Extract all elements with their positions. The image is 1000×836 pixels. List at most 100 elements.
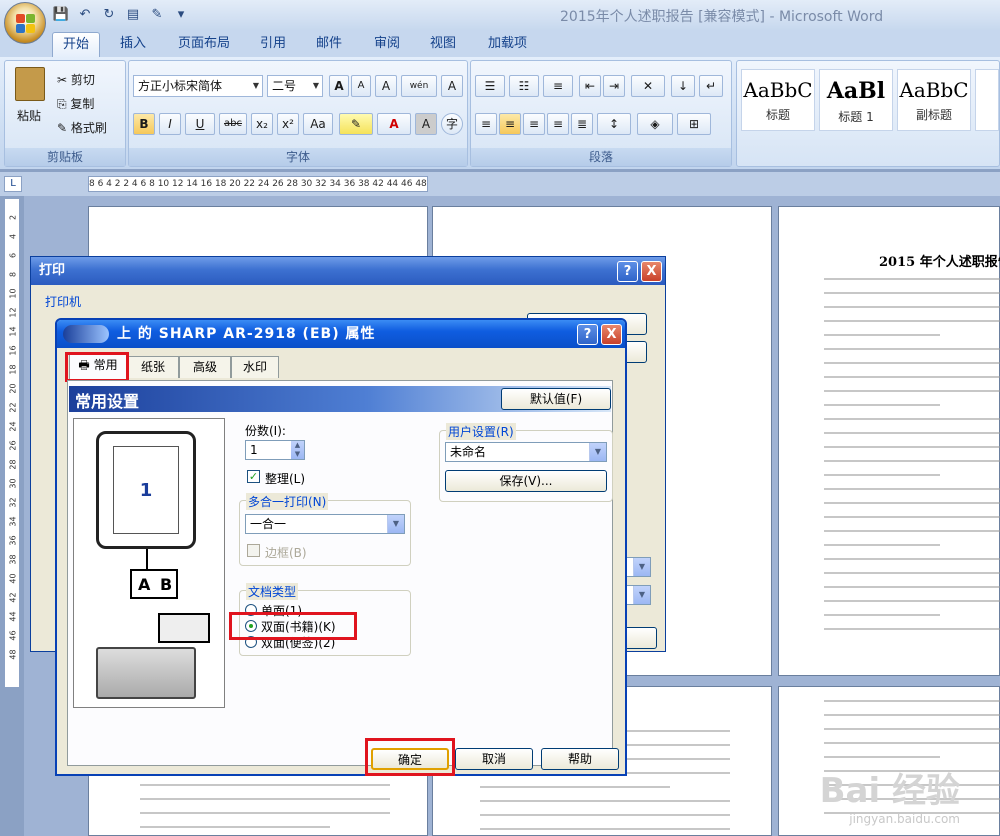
properties-help-button[interactable]: ? bbox=[577, 324, 598, 345]
redo-icon[interactable]: ↻ bbox=[100, 6, 118, 24]
copy-button[interactable]: ⎘ 复制 bbox=[57, 95, 94, 112]
text-line bbox=[824, 742, 1000, 744]
align-center-button[interactable]: ≡ bbox=[499, 113, 521, 135]
tab-home[interactable]: 开始 bbox=[52, 32, 101, 58]
justify-button[interactable]: ≡ bbox=[547, 113, 569, 135]
style-title[interactable]: AaBbC 标题 bbox=[741, 69, 815, 131]
clear-format-button[interactable]: A bbox=[375, 75, 397, 97]
increase-indent-icon: ⇥ bbox=[608, 79, 620, 93]
vruler-tick: 34 bbox=[8, 516, 18, 527]
vruler-tick: 8 bbox=[8, 271, 18, 278]
horizontal-ruler[interactable]: 8 6 4 2 2 4 6 8 10 12 14 16 18 20 22 24 … bbox=[88, 176, 428, 192]
highlight-general-tab bbox=[65, 352, 129, 382]
tab-references[interactable]: 引用 bbox=[250, 32, 296, 58]
scissors-icon: ✂ bbox=[57, 73, 71, 87]
copies-spinner[interactable]: ▲ ▼ bbox=[291, 441, 304, 459]
paste-label[interactable]: 粘贴 bbox=[17, 107, 41, 124]
copies-label: 份数(I): bbox=[245, 424, 286, 438]
underline-button[interactable]: U bbox=[185, 113, 215, 135]
tab-review[interactable]: 审阅 bbox=[364, 32, 410, 58]
print-close-button[interactable]: X bbox=[641, 261, 662, 282]
preview-connector bbox=[146, 549, 148, 569]
char-border-button[interactable]: A bbox=[441, 75, 463, 97]
distribute-button[interactable]: ≣ bbox=[571, 113, 593, 135]
tab-selector[interactable]: L bbox=[4, 176, 22, 192]
tab-watermark[interactable]: 水印 bbox=[231, 356, 279, 378]
increase-indent-button[interactable]: ⇥ bbox=[603, 75, 625, 97]
char-shading-button[interactable]: A bbox=[415, 113, 437, 135]
tab-page-layout[interactable]: 页面布局 bbox=[168, 32, 240, 58]
tab-insert[interactable]: 插入 bbox=[110, 32, 156, 58]
vertical-ruler[interactable]: 2 4 6 8 10 12 14 16 18 20 22 24 26 28 30 32 34 36 38 40 42 44… bbox=[4, 198, 20, 688]
vruler-tick: 22 bbox=[8, 402, 18, 413]
tab-addins[interactable]: 加载项 bbox=[478, 32, 537, 58]
properties-close-button[interactable]: X bbox=[601, 324, 622, 345]
collate-checkbox[interactable]: ✓ bbox=[247, 470, 260, 483]
nup-select[interactable]: 一合一 ▼ bbox=[245, 514, 405, 534]
bullets-button[interactable]: ☰ bbox=[475, 75, 505, 97]
print-help-button[interactable]: ? bbox=[617, 261, 638, 282]
subscript-button[interactable]: x₂ bbox=[251, 113, 273, 135]
office-button[interactable] bbox=[4, 2, 46, 44]
bold-button[interactable]: B bbox=[133, 113, 155, 135]
enclose-char-button[interactable]: 字 bbox=[441, 113, 463, 135]
print-preview-icon[interactable]: ▤ bbox=[124, 6, 142, 24]
format-painter-button[interactable]: ✎ 格式刷 bbox=[57, 119, 107, 136]
save-icon[interactable]: 💾 bbox=[52, 6, 70, 24]
multilevel-list-button[interactable]: ≡ bbox=[543, 75, 573, 97]
font-color-button[interactable]: A bbox=[377, 113, 411, 135]
tab-paper[interactable]: 纸张 bbox=[127, 356, 179, 378]
shading-button[interactable]: ◈ bbox=[637, 113, 673, 135]
customize-qat-icon[interactable]: ▾ bbox=[172, 6, 190, 24]
text-line bbox=[824, 700, 1000, 702]
superscript-button[interactable]: x² bbox=[277, 113, 299, 135]
numbering-icon: ☷ bbox=[518, 79, 530, 93]
defaults-button[interactable]: 默认值(F) bbox=[501, 388, 611, 410]
vruler-tick: 16 bbox=[8, 345, 18, 356]
paste-icon[interactable] bbox=[15, 67, 45, 101]
text-line bbox=[140, 784, 390, 786]
decrease-indent-button[interactable]: ⇤ bbox=[579, 75, 601, 97]
font-name-select[interactable]: 方正小标宋简体 bbox=[133, 75, 263, 97]
vruler-tick: 40 bbox=[8, 573, 18, 584]
dropdown-arrow-icon: ▼ bbox=[633, 586, 650, 604]
align-left-button[interactable]: ≡ bbox=[475, 113, 497, 135]
undo-icon[interactable]: ↶ bbox=[76, 6, 94, 24]
shrink-font-button[interactable]: A bbox=[351, 75, 371, 97]
italic-button[interactable]: I bbox=[159, 113, 181, 135]
border-checkbox[interactable] bbox=[247, 544, 260, 557]
style-heading-1[interactable]: AaBl 标题 1 bbox=[819, 69, 893, 131]
watermark-url: jingyan.baidu.com bbox=[849, 812, 960, 826]
asian-layout-button[interactable]: ✕ bbox=[631, 75, 665, 97]
borders-button[interactable]: ⊞ bbox=[677, 113, 711, 135]
font-size-select[interactable]: 二号 bbox=[267, 75, 323, 97]
line-spacing-icon: ↕ bbox=[608, 117, 620, 131]
grow-font-button[interactable]: A bbox=[329, 75, 349, 97]
sort-button[interactable]: ↓ bbox=[671, 75, 695, 97]
strikethrough-button[interactable]: abc bbox=[219, 113, 247, 135]
line-spacing-button[interactable]: ↕ bbox=[597, 113, 631, 135]
tab-advanced[interactable]: 高级 bbox=[179, 356, 231, 378]
distribute-icon: ≣ bbox=[576, 117, 588, 131]
highlight-button[interactable]: ✎ bbox=[339, 113, 373, 135]
phonetic-button[interactable]: wén bbox=[401, 75, 437, 97]
user-settings-select[interactable]: 未命名 ▼ bbox=[445, 442, 607, 462]
save-settings-button[interactable]: 保存(V)... bbox=[445, 470, 607, 492]
dropdown-arrow-icon: ▼ bbox=[589, 443, 606, 461]
format-painter-qat-icon[interactable]: ✎ bbox=[148, 6, 166, 24]
tab-mailings[interactable]: 邮件 bbox=[306, 32, 352, 58]
decrease-indent-icon: ⇤ bbox=[584, 79, 596, 93]
change-case-button[interactable]: Aa bbox=[303, 113, 333, 135]
vruler-tick: 2 bbox=[8, 214, 18, 221]
align-right-button[interactable]: ≡ bbox=[523, 113, 545, 135]
show-marks-button[interactable]: ↵ bbox=[699, 75, 723, 97]
help-button[interactable]: 帮助 bbox=[541, 748, 619, 770]
numbering-button[interactable]: ☷ bbox=[509, 75, 539, 97]
text-line bbox=[480, 786, 670, 788]
style-more[interactable] bbox=[975, 69, 999, 131]
text-line bbox=[824, 600, 1000, 602]
cancel-button[interactable]: 取消 bbox=[455, 748, 533, 770]
style-subtitle[interactable]: AaBbC 副标题 bbox=[897, 69, 971, 131]
tab-view[interactable]: 视图 bbox=[420, 32, 466, 58]
cut-button[interactable]: ✂ 剪切 bbox=[57, 71, 95, 88]
